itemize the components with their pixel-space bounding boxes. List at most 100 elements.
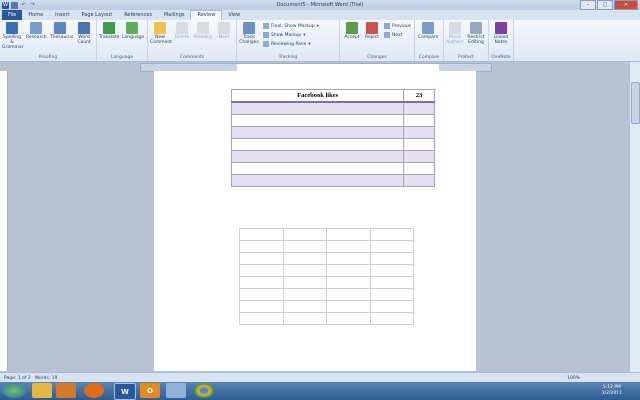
- tab-mailings[interactable]: Mailings: [158, 10, 191, 20]
- tab-page-layout[interactable]: Page Layout: [75, 10, 118, 20]
- accept-button[interactable]: Accept: [342, 22, 362, 40]
- tab-references[interactable]: References: [118, 10, 158, 20]
- next-change-button[interactable]: Next: [384, 32, 402, 38]
- table-cell[interactable]: [230, 101, 405, 115]
- table-cell[interactable]: [239, 228, 284, 241]
- linked-notes-button[interactable]: Linked Notes: [491, 22, 511, 45]
- table-cell[interactable]: [403, 101, 435, 115]
- close-button[interactable]: ✕: [614, 0, 638, 10]
- translate-button[interactable]: Translate: [99, 22, 119, 40]
- thesaurus-button[interactable]: Thesaurus: [50, 22, 73, 40]
- minimize-button[interactable]: –: [580, 0, 596, 10]
- table-cell[interactable]: [239, 264, 284, 277]
- new-comment-button[interactable]: New Comment: [150, 22, 172, 45]
- table-cell[interactable]: [326, 276, 371, 289]
- chrome-icon[interactable]: [194, 383, 214, 398]
- table-cell[interactable]: 23: [403, 89, 435, 103]
- maximize-button[interactable]: □: [597, 0, 613, 10]
- table-cell[interactable]: [369, 300, 414, 313]
- table-cell[interactable]: [282, 228, 327, 241]
- table-cell[interactable]: [326, 252, 371, 265]
- table-cell[interactable]: [282, 300, 327, 313]
- tab-file[interactable]: File: [2, 10, 23, 20]
- table-cell[interactable]: [230, 114, 405, 127]
- word-count[interactable]: Words: 19: [35, 376, 58, 381]
- files-icon[interactable]: [166, 383, 186, 398]
- table-cell[interactable]: [326, 300, 371, 313]
- page-count[interactable]: Page: 1 of 2: [4, 376, 31, 381]
- reject-button[interactable]: Reject: [362, 22, 382, 40]
- compare-button[interactable]: Compare: [418, 22, 438, 40]
- table-cell[interactable]: [282, 276, 327, 289]
- display-for-review-dropdown[interactable]: Final: Show Markup ▾: [263, 23, 319, 29]
- table-cell[interactable]: [369, 240, 414, 253]
- document-page[interactable]: Facebook likes 23: [154, 71, 476, 371]
- table-cell[interactable]: [282, 240, 327, 253]
- table-cell[interactable]: [239, 276, 284, 289]
- block-authors-button[interactable]: Block Authors: [445, 22, 465, 45]
- research-button[interactable]: Research: [26, 22, 47, 40]
- next-comment-button[interactable]: Next: [214, 22, 234, 40]
- tab-home[interactable]: Home: [22, 10, 49, 20]
- table-cell[interactable]: [239, 240, 284, 253]
- table-cell[interactable]: [369, 252, 414, 265]
- vertical-scrollbar[interactable]: [629, 62, 640, 372]
- table-cell[interactable]: [403, 138, 435, 151]
- table-cell[interactable]: [326, 228, 371, 241]
- scrollbar-thumb[interactable]: [631, 82, 640, 124]
- facebook-likes-table[interactable]: Facebook likes 23: [230, 89, 435, 187]
- table-cell[interactable]: [326, 312, 371, 325]
- markup-icon: [263, 23, 269, 29]
- table-cell[interactable]: [326, 240, 371, 253]
- table-cell[interactable]: [230, 150, 405, 163]
- clock[interactable]: 5:12 PM 3/2/2011: [602, 385, 622, 397]
- tab-insert[interactable]: Insert: [49, 10, 75, 20]
- tab-review[interactable]: Review: [190, 10, 223, 20]
- spelling-grammar-button[interactable]: Spelling & Grammar: [2, 22, 23, 50]
- table-cell[interactable]: [282, 264, 327, 277]
- table-cell[interactable]: Facebook likes: [230, 89, 405, 103]
- delete-comment-button[interactable]: Delete: [172, 22, 192, 40]
- table-cell[interactable]: [326, 264, 371, 277]
- outlook-icon[interactable]: O: [140, 383, 160, 398]
- previous-change-button[interactable]: Previous: [384, 23, 411, 29]
- word-count-button[interactable]: Word Count: [74, 22, 94, 45]
- start-button[interactable]: [2, 383, 26, 398]
- firefox-icon[interactable]: [84, 383, 104, 398]
- table-cell[interactable]: [239, 312, 284, 325]
- track-changes-button[interactable]: Track Changes: [239, 22, 259, 45]
- vertical-ruler[interactable]: [0, 71, 8, 371]
- word-taskbar-icon[interactable]: W: [114, 383, 136, 400]
- explorer-icon[interactable]: [32, 383, 52, 398]
- table-cell[interactable]: [326, 288, 371, 301]
- empty-grid-table[interactable]: [239, 228, 414, 325]
- table-cell[interactable]: [369, 288, 414, 301]
- table-cell[interactable]: [230, 162, 405, 175]
- table-cell[interactable]: [230, 174, 405, 187]
- table-cell[interactable]: [403, 162, 435, 175]
- table-cell[interactable]: [403, 114, 435, 127]
- table-cell[interactable]: [282, 252, 327, 265]
- restrict-editing-button[interactable]: Restrict Editing: [466, 22, 486, 45]
- tab-view[interactable]: View: [222, 10, 246, 20]
- show-markup-dropdown[interactable]: Show Markup ▾: [263, 32, 306, 38]
- table-cell[interactable]: [239, 288, 284, 301]
- previous-comment-button[interactable]: Previous: [193, 22, 213, 40]
- table-cell[interactable]: [403, 174, 435, 187]
- zoom-level[interactable]: 100%: [567, 376, 580, 381]
- table-cell[interactable]: [239, 252, 284, 265]
- table-cell[interactable]: [403, 150, 435, 163]
- language-button[interactable]: Language: [122, 22, 144, 40]
- table-cell[interactable]: [239, 300, 284, 313]
- table-cell[interactable]: [369, 312, 414, 325]
- table-cell[interactable]: [282, 288, 327, 301]
- reviewing-pane-dropdown[interactable]: Reviewing Pane ▾: [263, 41, 311, 47]
- table-cell[interactable]: [369, 264, 414, 277]
- media-player-icon[interactable]: [56, 383, 76, 398]
- table-cell[interactable]: [230, 126, 405, 139]
- table-cell[interactable]: [403, 126, 435, 139]
- table-cell[interactable]: [230, 138, 405, 151]
- table-cell[interactable]: [369, 228, 414, 241]
- table-cell[interactable]: [369, 276, 414, 289]
- table-cell[interactable]: [282, 312, 327, 325]
